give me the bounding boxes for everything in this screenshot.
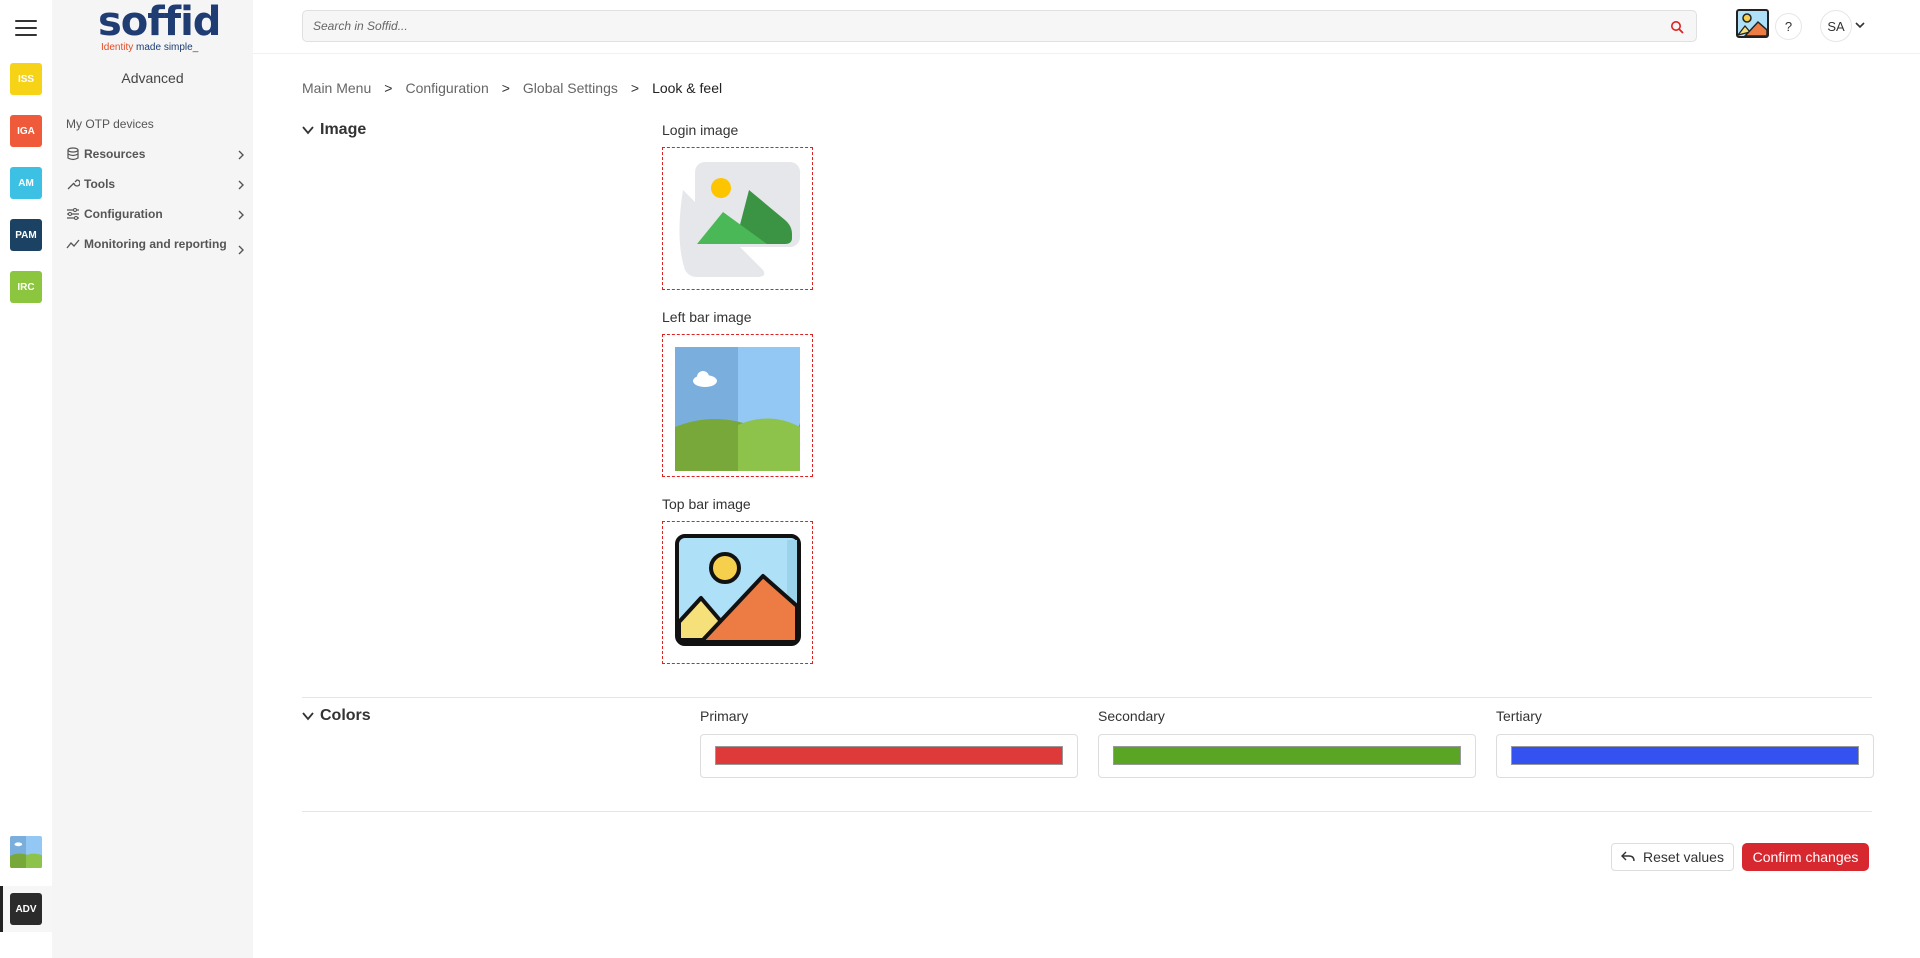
breadcrumb-current: Look & feel bbox=[652, 80, 723, 96]
left-bar-image-upload[interactable] bbox=[662, 334, 813, 477]
left-bar-thumbnail-image bbox=[10, 836, 42, 868]
app-iss-button[interactable]: ISS bbox=[10, 63, 42, 95]
secondary-color-label: Secondary bbox=[1098, 708, 1165, 724]
app-rail: ISS IGA AM PAM IRC ADV bbox=[0, 0, 52, 958]
primary-color-picker[interactable] bbox=[700, 734, 1078, 778]
database-icon bbox=[67, 147, 79, 161]
tertiary-color-picker[interactable] bbox=[1496, 734, 1874, 778]
app-pam-button[interactable]: PAM bbox=[10, 219, 42, 251]
menu-icon[interactable] bbox=[15, 20, 37, 36]
logo-wordmark: soffid bbox=[98, 0, 221, 45]
sidebar-item-otp-devices[interactable]: My OTP devices bbox=[66, 117, 154, 131]
confirm-changes-button[interactable]: Confirm changes bbox=[1742, 843, 1869, 871]
image-section-title: Image bbox=[320, 121, 367, 138]
login-image-upload[interactable] bbox=[662, 147, 813, 290]
sidebar-item-label: Configuration bbox=[84, 207, 163, 221]
logo-tagline-highlight: Identity bbox=[101, 42, 134, 53]
search-input[interactable] bbox=[313, 11, 1653, 41]
login-image-preview bbox=[679, 162, 800, 277]
colors-section-title: Colors bbox=[320, 707, 371, 724]
breadcrumb-configuration[interactable]: Configuration bbox=[405, 80, 488, 96]
chevron-right-icon bbox=[238, 150, 244, 160]
app-irc-button[interactable]: IRC bbox=[10, 271, 42, 303]
top-bar-image-label: Top bar image bbox=[662, 496, 751, 512]
breadcrumb-global-settings[interactable]: Global Settings bbox=[523, 80, 618, 96]
login-image-label: Login image bbox=[662, 122, 739, 138]
top-bar-image[interactable] bbox=[1736, 9, 1769, 38]
breadcrumb-main-menu[interactable]: Main Menu bbox=[302, 80, 371, 96]
chevron-down-icon bbox=[302, 712, 314, 721]
sidebar-item-label: Resources bbox=[84, 147, 146, 161]
top-bar-image-preview bbox=[675, 534, 801, 646]
left-bar-image-preview bbox=[675, 347, 800, 471]
top-bar-image-upload[interactable] bbox=[662, 521, 813, 664]
chevron-down-icon bbox=[302, 126, 314, 135]
breadcrumb-separator: > bbox=[630, 80, 640, 96]
breadcrumb-separator: > bbox=[501, 80, 510, 96]
reset-values-label: Reset values bbox=[1643, 849, 1724, 865]
tertiary-color-label: Tertiary bbox=[1496, 708, 1542, 724]
secondary-sidebar: soffid Identity made simple_ Advanced My… bbox=[52, 0, 253, 958]
user-avatar[interactable]: SA bbox=[1820, 10, 1852, 42]
reset-values-button[interactable]: Reset values bbox=[1611, 843, 1734, 871]
logo-tagline-rest: made simple_ bbox=[133, 42, 199, 53]
app-adv-button[interactable]: ADV bbox=[10, 893, 42, 925]
secondary-color-swatch bbox=[1113, 746, 1461, 765]
left-bar-image-label: Left bar image bbox=[662, 309, 752, 325]
app-am-button[interactable]: AM bbox=[10, 167, 42, 199]
sidebar-item-monitoring[interactable]: Monitoring and reporting bbox=[66, 236, 250, 255]
tertiary-color-swatch bbox=[1511, 746, 1859, 765]
section-divider bbox=[302, 811, 1872, 812]
section-divider bbox=[302, 697, 1872, 698]
sidebar-item-configuration[interactable]: Configuration bbox=[66, 206, 250, 223]
search-icon[interactable] bbox=[1670, 20, 1684, 34]
wrench-icon bbox=[67, 179, 80, 190]
sidebar-item-label: Tools bbox=[84, 177, 116, 191]
chart-line-icon bbox=[66, 239, 80, 249]
active-app-indicator: ADV bbox=[0, 886, 52, 932]
primary-color-swatch bbox=[715, 746, 1063, 765]
chevron-right-icon bbox=[238, 180, 244, 190]
search-bar bbox=[302, 10, 1697, 42]
sidebar-title: Advanced bbox=[121, 70, 184, 86]
chevron-right-icon bbox=[238, 210, 244, 220]
undo-icon bbox=[1621, 851, 1635, 862]
help-button[interactable]: ? bbox=[1775, 13, 1802, 40]
breadcrumb-separator: > bbox=[384, 80, 393, 96]
app-iga-button[interactable]: IGA bbox=[10, 115, 42, 147]
chevron-down-icon[interactable] bbox=[1854, 20, 1866, 30]
chevron-right-icon bbox=[238, 245, 244, 255]
colors-section-toggle[interactable]: Colors bbox=[302, 707, 371, 725]
sidebar-item-label: Monitoring and reporting bbox=[84, 237, 227, 251]
sidebar-item-resources[interactable]: Resources bbox=[66, 146, 250, 163]
soffid-logo[interactable]: soffid Identity made simple_ bbox=[98, 0, 221, 53]
primary-color-label: Primary bbox=[700, 708, 749, 724]
sidebar-item-tools[interactable]: Tools bbox=[66, 176, 250, 193]
secondary-color-picker[interactable] bbox=[1098, 734, 1476, 778]
sliders-icon bbox=[67, 208, 79, 220]
header-divider bbox=[253, 53, 1920, 54]
image-section-toggle[interactable]: Image bbox=[302, 121, 366, 139]
breadcrumb: Main Menu > Configuration > Global Setti… bbox=[302, 80, 722, 96]
